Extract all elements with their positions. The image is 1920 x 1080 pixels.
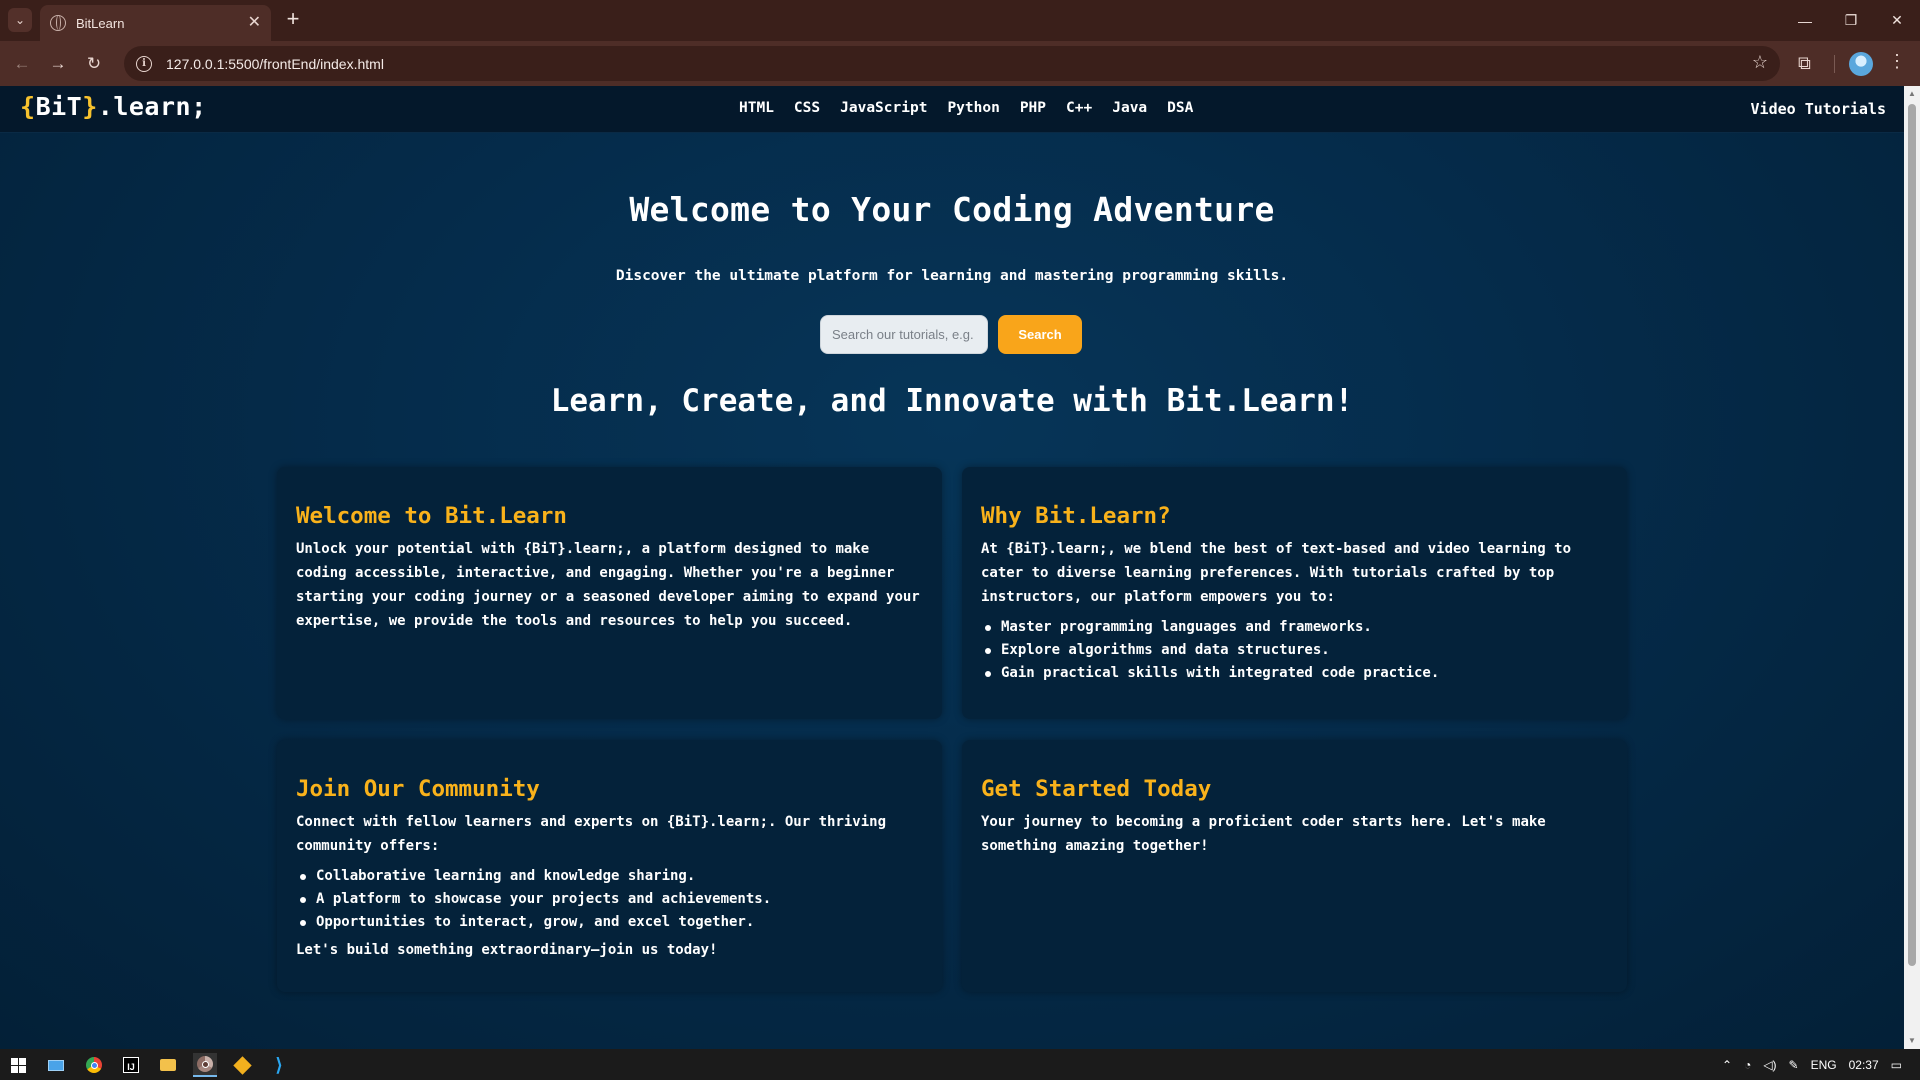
card-get-started: Get Started Today Your journey to becomi… (962, 740, 1627, 992)
card-title: Get Started Today (981, 776, 1212, 802)
list-item: Opportunities to interact, grow, and exc… (296, 911, 923, 934)
search-bar: Search (820, 315, 1082, 354)
windows-start-icon[interactable] (6, 1053, 30, 1077)
search-button[interactable]: Search (998, 315, 1082, 354)
file-explorer-icon[interactable] (156, 1053, 180, 1077)
address-url[interactable]: 127.0.0.1:5500/frontEnd/index.html (166, 56, 384, 72)
nav-link-css[interactable]: CSS (794, 100, 820, 116)
site-logo[interactable]: {BiT}.learn; (20, 92, 207, 121)
card-body: Unlock your potential with {BiT}.learn;,… (296, 541, 920, 629)
nav-link-dsa[interactable]: DSA (1167, 100, 1193, 116)
vscode-icon[interactable]: ⟩ (267, 1053, 291, 1077)
system-tray: ⌃ ◔ ◁) ✎ ENG 02:37 ▭ (1722, 1049, 1920, 1080)
card-why: Why Bit.Learn? At {BiT}.learn;, we blend… (962, 467, 1627, 719)
desktop-icon[interactable] (44, 1053, 68, 1077)
os-taskbar: IJ ⟩ ⌃ ◔ ◁) ✎ ENG 02:37 ▭ (0, 1049, 1920, 1080)
kebab-menu-icon[interactable]: ⋮ (1888, 51, 1906, 72)
card-closing: Let's build something extraordinary—join… (296, 942, 718, 958)
forward-arrow-icon[interactable]: → (44, 50, 72, 78)
nav-link-python[interactable]: Python (947, 100, 999, 116)
hero-subtitle: Discover the ultimate platform for learn… (615, 268, 1289, 284)
card-welcome: Welcome to Bit.Learn Unlock your potenti… (277, 467, 942, 719)
site-navbar: {BiT}.learn; HTML CSS JavaScript Python … (0, 86, 1904, 133)
card-title: Why Bit.Learn? (981, 503, 1171, 529)
logo-bit: BiT (35, 92, 83, 121)
toolbar-divider (1834, 55, 1835, 73)
list-item: Gain practical skills with integrated co… (981, 662, 1608, 685)
tab-title: BitLearn (76, 15, 125, 31)
window-controls: — ❐ ✕ (1782, 0, 1920, 41)
card-body: Connect with fellow learners and experts… (296, 814, 887, 854)
git-icon[interactable] (230, 1053, 254, 1077)
hero-title: Welcome to Your Coding Adventure (629, 190, 1275, 229)
card-list: Master programming languages and framewo… (981, 616, 1608, 685)
search-input[interactable] (820, 315, 988, 354)
card-title: Join Our Community (296, 776, 540, 802)
browser-toolbar: ← → ↻ i 127.0.0.1:5500/frontEnd/index.ht… (0, 41, 1920, 86)
nav-link-java[interactable]: Java (1112, 100, 1147, 116)
new-tab-button[interactable]: + (281, 8, 305, 32)
scrollbar-thumb[interactable] (1908, 104, 1916, 966)
volume-icon[interactable]: ◁) (1763, 1058, 1776, 1072)
tab-close-icon[interactable]: ✕ (248, 15, 261, 31)
bookmark-star-icon[interactable]: ☆ (1752, 52, 1768, 73)
list-item: Explore algorithms and data structures. (981, 639, 1608, 662)
list-item: Master programming languages and framewo… (981, 616, 1608, 639)
card-list: Collaborative learning and knowledge sha… (296, 865, 923, 934)
minimize-icon[interactable]: — (1782, 0, 1828, 41)
section-title: Learn, Create, and Innovate with Bit.Lea… (550, 383, 1354, 419)
list-item: Collaborative learning and knowledge sha… (296, 865, 923, 888)
tab-search-chevron-icon[interactable]: ⌄ (8, 8, 32, 32)
page-viewport: {BiT}.learn; HTML CSS JavaScript Python … (0, 86, 1904, 1049)
browser-tab-strip: ⌄ BitLearn ✕ + — ❐ ✕ (0, 0, 1920, 41)
card-community: Join Our Community Connect with fellow l… (277, 740, 942, 992)
browser-tab[interactable]: BitLearn ✕ (40, 5, 271, 41)
extensions-puzzle-icon[interactable]: ⧉ (1798, 53, 1811, 74)
site-info-icon[interactable]: i (136, 55, 152, 72)
nav-links: HTML CSS JavaScript Python PHP C++ Java … (739, 100, 1213, 116)
video-tutorials-link[interactable]: Video Tutorials (1751, 100, 1886, 118)
card-title: Welcome to Bit.Learn (296, 503, 567, 529)
logo-brace-open: { (20, 92, 36, 121)
notifications-icon[interactable]: ▭ (1891, 1058, 1902, 1072)
tray-chevron-icon[interactable]: ⌃ (1722, 1058, 1732, 1072)
globe-icon (50, 15, 66, 31)
logo-learn: .learn; (97, 92, 207, 121)
address-bar[interactable]: i 127.0.0.1:5500/frontEnd/index.html ☆ (124, 46, 1780, 81)
language-indicator[interactable]: ENG (1811, 1058, 1837, 1072)
nav-link-html[interactable]: HTML (739, 100, 774, 116)
scroll-down-arrow-icon[interactable]: ▼ (1904, 1033, 1920, 1049)
scroll-up-arrow-icon[interactable]: ▲ (1904, 86, 1920, 102)
chrome-active-icon[interactable] (193, 1053, 217, 1077)
nav-link-cpp[interactable]: C++ (1066, 100, 1092, 116)
intellij-icon[interactable]: IJ (119, 1053, 143, 1077)
nav-link-php[interactable]: PHP (1020, 100, 1046, 116)
logo-brace-close: } (82, 92, 98, 121)
clock[interactable]: 02:37 (1849, 1058, 1879, 1072)
pen-icon[interactable]: ✎ (1789, 1058, 1799, 1072)
page-scrollbar[interactable]: ▲ ▼ (1904, 86, 1920, 1049)
profile-avatar[interactable] (1849, 52, 1873, 76)
card-body: Your journey to becoming a proficient co… (981, 814, 1546, 854)
back-arrow-icon[interactable]: ← (8, 50, 36, 78)
network-icon[interactable]: ◔ (1744, 1058, 1751, 1072)
restore-icon[interactable]: ❐ (1828, 0, 1874, 41)
nav-link-javascript[interactable]: JavaScript (840, 100, 927, 116)
reload-icon[interactable]: ↻ (80, 50, 108, 78)
card-body: At {BiT}.learn;, we blend the best of te… (981, 541, 1572, 605)
window-close-icon[interactable]: ✕ (1874, 0, 1920, 41)
chrome-icon[interactable] (82, 1053, 106, 1077)
list-item: A platform to showcase your projects and… (296, 888, 923, 911)
